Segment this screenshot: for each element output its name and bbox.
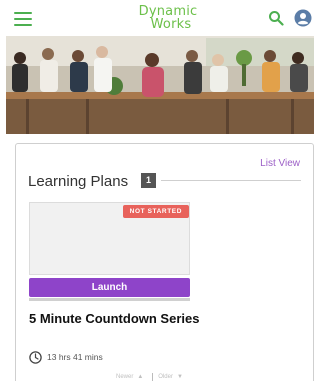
sort-divider [152, 373, 154, 381]
sort-older-label[interactable]: Older [158, 374, 173, 380]
plan-progress-bar [29, 298, 190, 301]
dynamic-works-logo[interactable]: Dynamic Works [133, 5, 203, 31]
plan-thumbnail[interactable]: NOT STARTED [29, 202, 190, 275]
account-icon[interactable] [294, 9, 312, 27]
duration-text: 13 hrs 41 mins [47, 352, 103, 362]
hero-office-illustration [6, 36, 314, 134]
launch-button[interactable]: Launch [29, 278, 190, 297]
status-badge: NOT STARTED [122, 205, 189, 218]
search-icon[interactable] [268, 10, 284, 26]
learning-plans-card: List View Learning Plans 1 NOT STARTED L… [15, 143, 314, 381]
sort-newer-label[interactable]: Newer [116, 374, 133, 380]
learning-plans-heading: Learning Plans [28, 173, 129, 190]
list-view-link[interactable]: List View [260, 158, 300, 169]
hamburger-menu-icon[interactable] [14, 12, 32, 26]
arrow-up-icon[interactable]: ▲ [137, 374, 143, 380]
sort-controls: Newer ▲ Older ▼ [116, 373, 187, 381]
hero-office-image [6, 36, 314, 134]
arrow-down-icon[interactable]: ▼ [177, 374, 183, 380]
heading-divider [161, 180, 301, 181]
plan-title[interactable]: 5 Minute Countdown Series [29, 310, 204, 328]
plan-count-badge: 1 [141, 173, 156, 188]
top-navigation-bar: Dynamic Works [0, 0, 320, 36]
logo-line-2: Works [150, 17, 192, 32]
plan-progress-fill [29, 298, 190, 301]
clock-icon [29, 350, 42, 364]
plan-duration: 13 hrs 41 mins [29, 350, 103, 364]
